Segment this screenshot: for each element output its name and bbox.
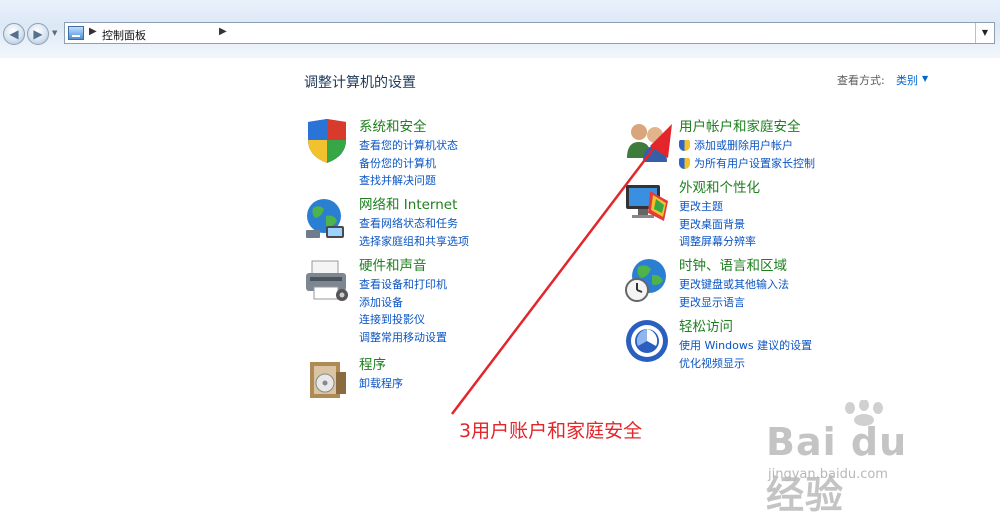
watermark-url: jingyan.baidu.com — [768, 467, 888, 482]
annotation-label: 3用户账户和家庭安全 — [459, 420, 643, 442]
baidu-watermark: Bai du 经验 jingyan.baidu.com — [760, 400, 960, 517]
